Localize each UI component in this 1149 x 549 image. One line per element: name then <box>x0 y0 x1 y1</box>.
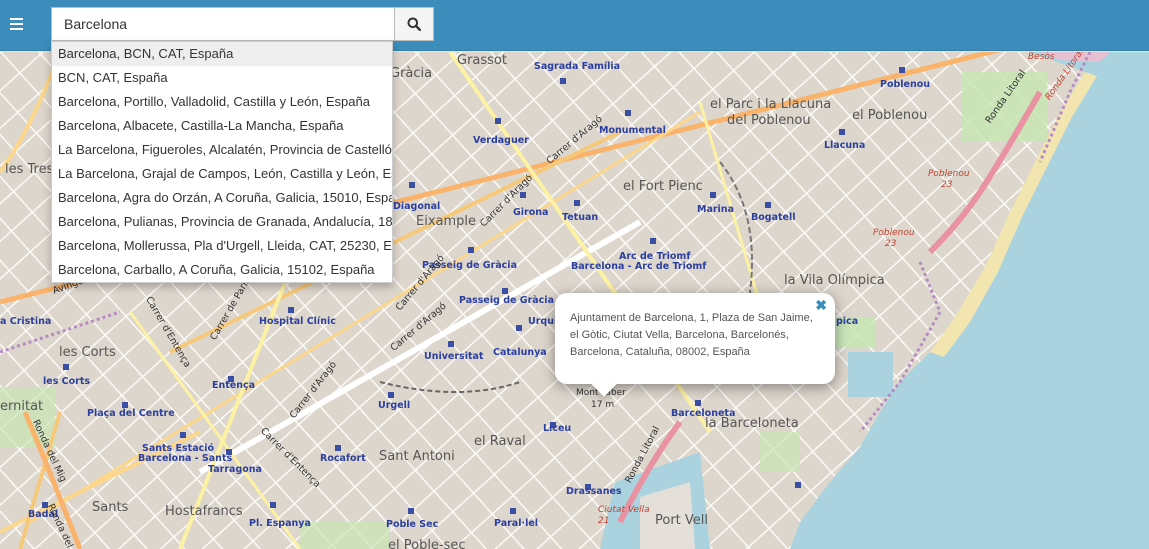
district-label: les Tres <box>5 162 54 177</box>
suggestion-item[interactable]: Barcelona, Carballo, A Coruña, Galicia, … <box>52 258 392 282</box>
search-button[interactable] <box>394 7 434 41</box>
station-label: Tetuan <box>562 212 599 223</box>
station-label: Liceu <box>543 423 572 434</box>
search-icon <box>407 17 421 31</box>
area-label: Besòs <box>1028 52 1055 62</box>
suggestion-item[interactable]: Barcelona, Agra do Orzán, A Coruña, Gali… <box>52 186 392 210</box>
station-label: Barcelona - Sants <box>138 453 233 464</box>
search-input[interactable] <box>51 7 395 41</box>
district-label: Hostafrancs <box>165 504 243 519</box>
station-label: Universitat <box>424 351 484 362</box>
area-label: 23 <box>885 239 897 249</box>
station-label: Urgell <box>378 400 411 411</box>
station-label: Urqui <box>528 316 558 327</box>
district-label: el Parc i la Llacuna <box>710 97 832 112</box>
station-label: Barcelona - Arc de Triomf <box>571 261 707 272</box>
search-suggestions: Barcelona, BCN, CAT, España BCN, CAT, Es… <box>51 41 393 283</box>
station-label: Girona <box>513 207 549 218</box>
area-label: 21 <box>598 516 610 526</box>
station-label: Bogatell <box>751 212 796 223</box>
station-label: Rocafort <box>320 453 366 464</box>
district-label: la Vila Olímpica <box>784 273 885 288</box>
station-label: Plaça del Centre <box>87 408 175 419</box>
menu-icon[interactable] <box>10 16 28 34</box>
suggestion-item[interactable]: Barcelona, Mollerussa, Pla d'Urgell, Lle… <box>52 234 392 258</box>
station-label: Tarragona <box>208 464 262 475</box>
station-label: Passeig de Gràcia <box>459 295 554 306</box>
station-label: Paral·lel <box>494 518 539 529</box>
peak-elevation: 17 m <box>591 400 615 410</box>
district-label: Eixample <box>416 214 477 229</box>
popup-address: Ajuntament de Barcelona, 1, Plaza de San… <box>570 312 813 358</box>
station-label: Entença <box>212 380 256 391</box>
district-label: el Fort Pienc <box>623 179 703 194</box>
suggestion-item[interactable]: BCN, CAT, España <box>52 66 392 90</box>
station-label: Poble Sec <box>386 519 439 530</box>
district-label: el Poblenou <box>852 108 928 123</box>
station-label: Drassanes <box>566 486 622 497</box>
suggestion-item[interactable]: Barcelona, Pulianas, Provincia de Granad… <box>52 210 392 234</box>
suggestion-item[interactable]: La Barcelona, Figueroles, Alcalatén, Pro… <box>52 138 392 162</box>
station-label: a Cristina <box>0 316 52 327</box>
close-icon[interactable]: ✖ <box>815 297 827 314</box>
district-label: Sants <box>92 500 129 515</box>
district-label: Sant Antoni <box>379 449 455 464</box>
station-label: Sagrada Família <box>534 61 621 72</box>
station-label: Verdaguer <box>473 135 529 146</box>
district-label: Grassot <box>457 53 507 68</box>
area-label: Poblenou <box>873 228 915 238</box>
station-label: Poblenou <box>880 79 931 90</box>
suggestion-item[interactable]: La Barcelona, Grajal de Campos, León, Ca… <box>52 162 392 186</box>
station-label: Monumental <box>599 125 666 136</box>
district-label: Gràcia <box>390 66 433 81</box>
station-label: Barceloneta <box>671 408 736 419</box>
station-label: Hospital Clínic <box>259 316 336 327</box>
district-label: el Poble-sec <box>388 538 466 549</box>
area-label: Ciutat Vella <box>598 505 650 515</box>
suggestion-item[interactable]: Barcelona, Albacete, Castilla-La Mancha,… <box>52 114 392 138</box>
suggestion-item[interactable]: Barcelona, BCN, CAT, España <box>52 42 392 66</box>
station-label: Catalunya <box>493 347 547 358</box>
station-label: Llacuna <box>824 140 866 151</box>
district-label: Port Vell <box>655 513 709 528</box>
district-label: les Corts <box>59 345 116 360</box>
station-label: Diagonal <box>393 201 441 212</box>
station-label: pica <box>836 316 859 327</box>
district-label: ernitat <box>0 399 44 414</box>
suggestion-item[interactable]: Barcelona, Portillo, Valladolid, Castill… <box>52 90 392 114</box>
station-label: les Corts <box>43 376 91 387</box>
station-label: Marina <box>697 204 734 215</box>
area-label: Poblenou <box>928 169 970 179</box>
location-popup: ✖ Ajuntament de Barcelona, 1, Plaza de S… <box>555 293 835 397</box>
district-label: del Poblenou <box>727 113 811 128</box>
area-label: 23 <box>941 180 953 190</box>
station-label: Pl. Espanya <box>249 518 311 529</box>
district-label: el Raval <box>474 434 526 449</box>
